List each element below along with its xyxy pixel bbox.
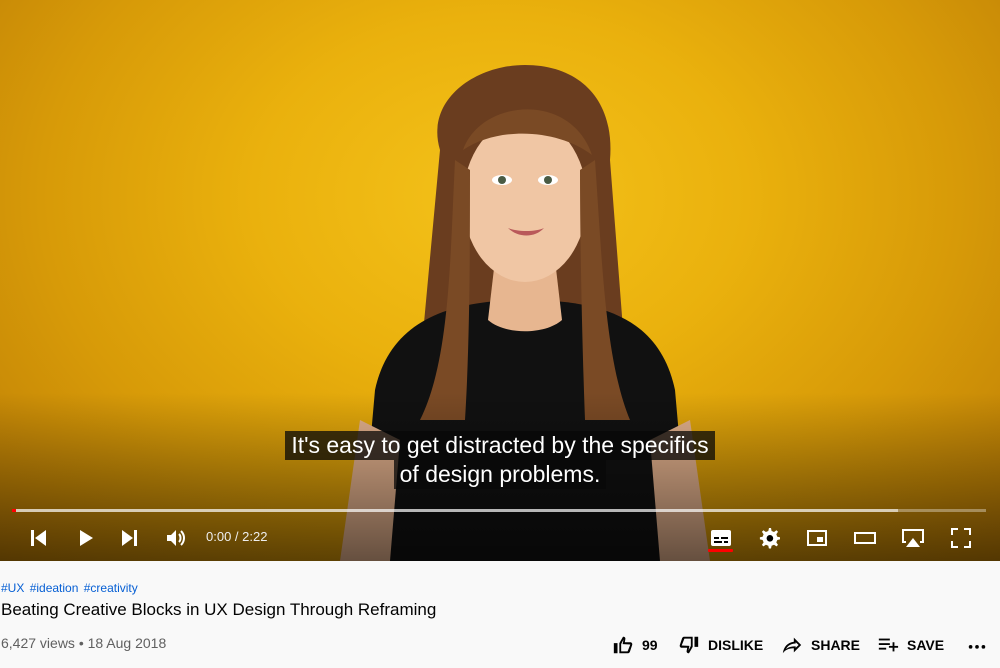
settings-icon [759, 528, 780, 549]
like-button[interactable]: 99 [612, 633, 658, 657]
volume-icon [167, 530, 185, 546]
hashtags: #UX #ideation #creativity [1, 581, 140, 595]
subtitles-active-indicator [708, 549, 733, 552]
video-title: Beating Creative Blocks in UX Design Thr… [1, 600, 437, 619]
share-button[interactable]: SHARE [781, 633, 860, 657]
miniplayer-button[interactable] [803, 524, 831, 552]
thumbs-up-icon [613, 636, 633, 654]
caption-line-1: It's easy to get distracted by the speci… [285, 431, 715, 460]
video-meta: 6,427 views • 18 Aug 2018 [1, 635, 167, 651]
play-button[interactable] [71, 524, 99, 552]
progress-played [12, 509, 16, 512]
miniplayer-icon [807, 530, 827, 546]
volume-button[interactable] [162, 524, 190, 552]
save-button[interactable]: SAVE [877, 633, 944, 657]
airplay-button[interactable] [899, 524, 927, 552]
hashtag-link[interactable]: #creativity [84, 581, 138, 595]
progress-buffered [12, 509, 899, 512]
share-icon [782, 637, 802, 654]
thumbs-down-icon [679, 636, 699, 654]
play-icon [80, 530, 93, 546]
fullscreen-icon [951, 528, 971, 548]
save-label: SAVE [907, 637, 945, 653]
subtitles-icon [711, 530, 731, 546]
next-icon [122, 530, 137, 546]
captions: It's easy to get distracted by the speci… [0, 431, 1000, 489]
settings-button[interactable] [755, 524, 783, 552]
like-count: 99 [642, 637, 658, 653]
next-button[interactable] [115, 524, 143, 552]
caption-line-2: of design problems. [393, 460, 607, 489]
video-player[interactable]: It's easy to get distracted by the speci… [0, 0, 1000, 561]
video-info: #UX #ideation #creativity Beating Creati… [0, 561, 1000, 668]
dislike-label: DISLIKE [708, 637, 764, 653]
fullscreen-button[interactable] [947, 524, 975, 552]
hashtag-link[interactable]: #ideation [30, 581, 79, 595]
player-controls: 0:00 / 2:22 [0, 518, 1000, 556]
more-actions-button[interactable] [966, 633, 988, 657]
theater-mode-button[interactable] [851, 524, 879, 552]
progress-bar[interactable] [12, 509, 986, 512]
theater-mode-icon [854, 532, 876, 544]
time-display: 0:00 / 2:22 [206, 529, 268, 544]
previous-icon [31, 530, 46, 546]
share-label: SHARE [811, 637, 861, 653]
playlist-add-icon [878, 638, 899, 652]
airplay-icon [902, 529, 924, 547]
hashtag-link[interactable]: #UX [1, 581, 24, 595]
dislike-button[interactable]: DISLIKE [678, 633, 763, 657]
subtitles-button[interactable] [707, 524, 735, 552]
more-horizontal-icon [968, 645, 986, 649]
previous-button[interactable] [25, 524, 53, 552]
